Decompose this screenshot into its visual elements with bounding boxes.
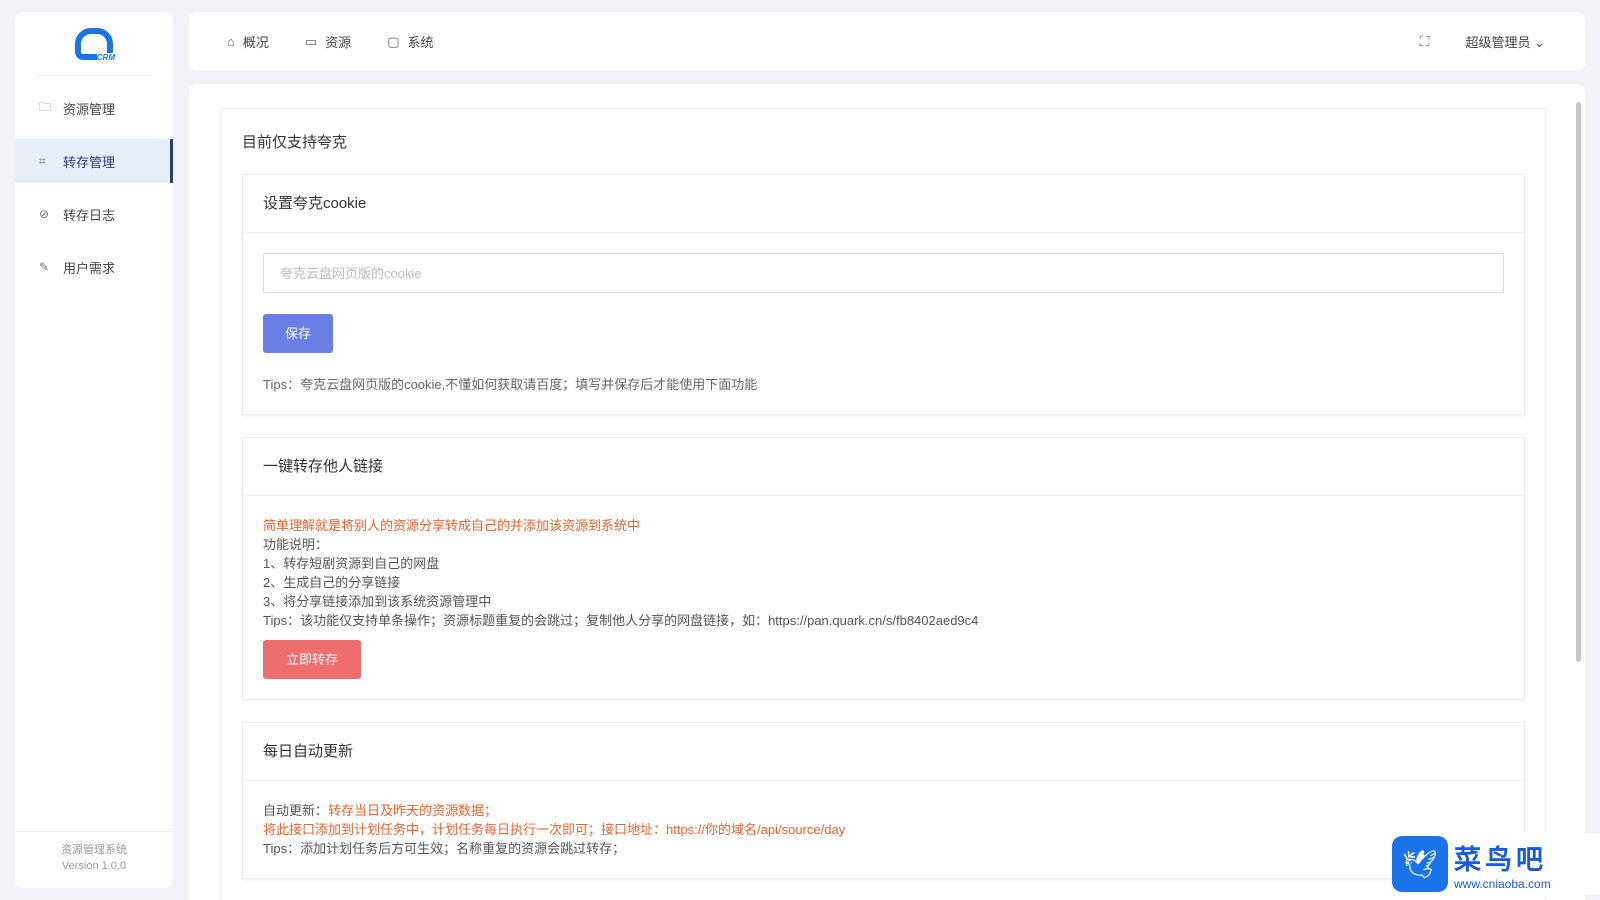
sidebar-item-transfer-log[interactable]: ⊘ 转存日志 <box>15 192 173 236</box>
card-title: 设置夸克cookie <box>243 175 1524 233</box>
fullscreen-icon[interactable]: ⛶ <box>1420 33 1430 50</box>
step-item: 1、转存短剧资源到自己的网盘 <box>263 556 440 571</box>
user-name: 超级管理员 <box>1465 35 1531 50</box>
logo-text: CRM <box>96 52 115 62</box>
sidebar-item-resource-management[interactable]: 🗀 资源管理 <box>15 86 173 130</box>
logo[interactable]: CRM <box>35 12 153 76</box>
main-content: 目前仅支持夸克 设置夸克cookie 夸克云盘网页版的cookie 保存 Tip… <box>189 84 1585 900</box>
auto-update-label: 自动更新： <box>263 803 329 818</box>
transfer-tips: Tips：该功能仅支持单条操作；资源标题重复的会跳过；复制他人分享的网盘链接，如… <box>263 613 979 628</box>
cookie-input[interactable]: 夸克云盘网页版的cookie <box>263 253 1504 293</box>
step-item: 2、生成自己的分享链接 <box>263 575 401 590</box>
tab-overview[interactable]: ⌂ 概况 <box>227 32 269 51</box>
page-title: 目前仅支持夸克 <box>242 134 348 151</box>
cookie-tips: Tips：夸克云盘网页版的cookie,不懂如何获取请百度；填写并保存后才能使用… <box>263 377 758 392</box>
folder-icon: 🗀 <box>39 99 52 114</box>
step-item: 3、将分享链接添加到该系统资源管理中 <box>263 594 492 609</box>
sidebar-item-label: 转存管理 <box>63 154 116 170</box>
tab-resources[interactable]: ▭ 资源 <box>305 32 351 51</box>
transfer-card: 一键转存他人链接 简单理解就是将别人的资源分享转成自己的并添加该资源到系统中 功… <box>242 437 1525 700</box>
sidebar-item-transfer-management[interactable]: ⌗ 转存管理 <box>15 139 173 183</box>
watermark: 🕊 菜鸟吧 www.cniaoba.com <box>1392 833 1600 895</box>
watermark-name: 菜鸟吧 <box>1454 844 1547 876</box>
monitor-icon: ▢ <box>387 33 400 49</box>
user-menu[interactable]: 超级管理员 ⌄ <box>1465 32 1545 51</box>
home-icon: ⌂ <box>227 34 235 49</box>
compass-icon: ⊘ <box>39 207 50 221</box>
watermark-url: www.cniaoba.com <box>1454 876 1551 891</box>
card-title: 每日自动更新 <box>243 723 1524 781</box>
transfer-intro: 简单理解就是将别人的资源分享转成自己的并添加该资源到系统中 <box>263 518 641 533</box>
auto-update-value: 转存当日及昨天的资源数据； <box>328 803 498 818</box>
card-title: 一键转存他人链接 <box>243 438 1524 496</box>
sidebar: CRM 🗀 资源管理 ⌗ 转存管理 ⊘ 转存日志 ✎ 用户需求 资源管理系统 Versio… <box>15 12 173 888</box>
version-label: Version 1.0.0 <box>61 860 127 872</box>
top-bar: ⌂ 概况 ▭ 资源 ▢ 系统 ⛶ 超级管理员 ⌄ <box>189 12 1585 71</box>
sidebar-item-label: 转存日志 <box>63 207 116 223</box>
system-name: 资源管理系统 <box>61 844 127 856</box>
pen-icon: ✎ <box>39 260 50 274</box>
transfer-panel: 目前仅支持夸克 设置夸克cookie 夸克云盘网页版的cookie 保存 Tip… <box>221 108 1546 900</box>
crop-icon: ⌗ <box>39 153 46 168</box>
desc-label: 功能说明： <box>263 537 329 552</box>
daily-update-card: 每日自动更新 自动更新：转存当日及昨天的资源数据； 将此接口添加到计划任务中，计… <box>242 722 1525 879</box>
cookie-card: 设置夸克cookie 夸克云盘网页版的cookie 保存 Tips：夸克云盘网页… <box>242 174 1525 415</box>
daily-tips: Tips：添加计划任务后方可生效；名称重复的资源会跳过转存； <box>263 841 626 856</box>
version-info: 资源管理系统 Version 1.0.0 <box>15 831 173 874</box>
api-address: 将此接口添加到计划任务中，计划任务每日执行一次即可；接口地址：https://你… <box>263 822 846 837</box>
tab-label: 资源 <box>325 35 352 50</box>
sidebar-item-label: 资源管理 <box>63 101 116 117</box>
scrollbar[interactable] <box>1576 102 1581 662</box>
tab-label: 概况 <box>242 35 269 50</box>
logo-icon: CRM <box>75 27 115 62</box>
transfer-now-button[interactable]: 立即转存 <box>263 640 361 679</box>
bird-logo-icon: 🕊 <box>1392 836 1448 892</box>
sidebar-item-user-requests[interactable]: ✎ 用户需求 <box>15 245 173 289</box>
box-icon: ▭ <box>304 33 318 49</box>
sidebar-item-label: 用户需求 <box>63 260 116 276</box>
save-button[interactable]: 保存 <box>263 314 333 353</box>
chevron-down-icon: ⌄ <box>1534 35 1545 50</box>
tab-system[interactable]: ▢ 系统 <box>387 32 433 51</box>
tab-label: 系统 <box>407 35 434 50</box>
